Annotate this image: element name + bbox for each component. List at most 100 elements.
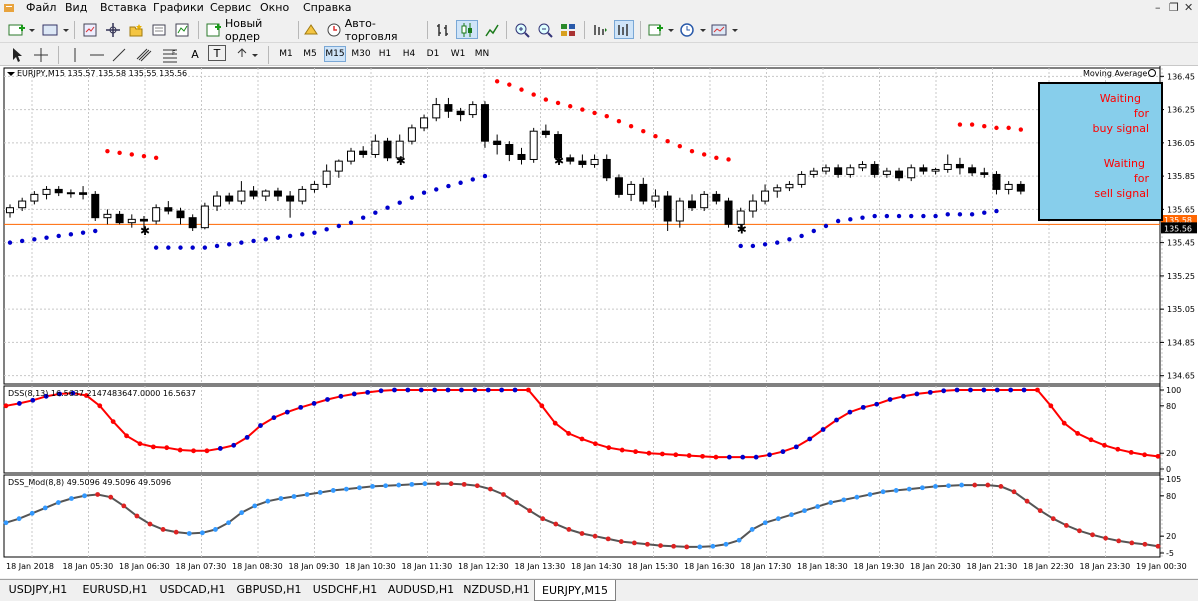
candle-body: [761, 190, 770, 202]
close-icon[interactable]: ✕: [1184, 1, 1193, 14]
bear-dot: [1006, 125, 1011, 131]
candle-body: [176, 210, 185, 219]
menu-insert[interactable]: Вставка: [98, 1, 149, 14]
candle-body: [614, 177, 623, 195]
dss-mod-dot: [95, 492, 101, 497]
tf-h4-button[interactable]: H4: [400, 46, 418, 62]
menu-charts[interactable]: Графики: [151, 1, 206, 14]
equidistant-channel-button[interactable]: [134, 45, 154, 64]
fibonacci-button[interactable]: F: [160, 45, 180, 64]
horizontal-line-icon: [90, 54, 104, 55]
tf-m5-button[interactable]: M5: [300, 46, 320, 62]
new-order-button[interactable]: Новый ордер: [206, 17, 296, 43]
candlestick-chart-button[interactable]: [456, 20, 478, 39]
tab-usdcad-h1[interactable]: USDCAD,H1: [154, 580, 232, 599]
dss-dot: [485, 387, 491, 393]
panel-3-frame: [3, 474, 1161, 558]
candle-body: [444, 104, 453, 112]
tab-usdjpy-h1[interactable]: USDJPY,H1: [0, 580, 77, 599]
data-window-button[interactable]: [126, 20, 146, 39]
templates-button[interactable]: [710, 20, 740, 39]
menu-tools[interactable]: Сервис: [208, 1, 253, 14]
candle-body: [590, 158, 599, 165]
dss-mod-dot: [566, 527, 572, 532]
autoscroll-button[interactable]: [590, 20, 610, 39]
dss-level-label: 100: [1166, 386, 1181, 395]
menu-window[interactable]: Окно: [258, 1, 291, 14]
candle-body: [688, 200, 696, 209]
chart-shift-button[interactable]: [614, 20, 634, 39]
bar-chart-button[interactable]: [433, 20, 453, 39]
bear-dot: [665, 138, 670, 144]
tf-d1-button[interactable]: D1: [424, 46, 442, 62]
tf-m15-button[interactable]: M15: [324, 46, 346, 62]
line-chart-button[interactable]: [482, 20, 502, 39]
dss-dot: [30, 397, 36, 403]
zoom-out-button[interactable]: [535, 20, 555, 39]
dss-dot: [244, 435, 250, 440]
market-watch-button[interactable]: [80, 20, 100, 39]
trendline-button[interactable]: [110, 45, 128, 64]
crosshair-button[interactable]: [32, 45, 50, 64]
candle-body: [700, 193, 709, 209]
periods-button[interactable]: [678, 20, 708, 39]
tile-windows-button[interactable]: [558, 20, 578, 39]
profiles-button[interactable]: [40, 20, 70, 39]
menu-help[interactable]: Справка: [301, 1, 353, 14]
tab-usdchf-h1[interactable]: USDCHF,H1: [307, 580, 384, 599]
tab-eurjpy-m15[interactable]: EURJPY,M15: [534, 580, 616, 601]
cursor-button[interactable]: [8, 45, 26, 64]
dss-dot: [1128, 450, 1134, 455]
dss-mod-dot: [553, 521, 559, 527]
tf-w1-button[interactable]: W1: [448, 46, 468, 62]
dss-mod-dot: [501, 492, 506, 497]
bull-dot: [275, 235, 281, 240]
tab-gbpusd-h1[interactable]: GBPUSD,H1: [231, 580, 308, 599]
candle-body: [115, 213, 124, 224]
horizontal-line-button[interactable]: [88, 45, 106, 64]
price-tick-label: 135.85: [1167, 172, 1195, 181]
sell-wait-line1: Waiting: [1103, 157, 1145, 170]
tf-m1-button[interactable]: M1: [276, 46, 296, 62]
time-axis-label: 18 Jan 17:30: [741, 562, 792, 571]
dss-dot: [1155, 453, 1161, 459]
buy-wait-line1: Waiting: [1099, 92, 1141, 105]
restore-icon[interactable]: ❐: [1169, 1, 1179, 14]
text-label-button[interactable]: T: [208, 45, 226, 61]
minimize-icon[interactable]: –: [1155, 1, 1161, 14]
dss-mod-dot: [933, 484, 938, 489]
bear-dot: [555, 100, 561, 106]
autotrading-button[interactable]: Авто-торговля: [326, 17, 422, 43]
menu-view[interactable]: Вид: [63, 1, 89, 14]
indicators-button[interactable]: [646, 20, 676, 39]
dss-mod-level-label: -5: [1166, 549, 1174, 558]
bull-dot: [884, 213, 890, 219]
candle-body: [139, 218, 148, 222]
zoom-in-button[interactable]: [512, 20, 532, 39]
chart-canvas[interactable]: 136.45 136.25 136.05 135.85 135.65 135.45 135.…: [0, 66, 1198, 578]
terminal-button[interactable]: [149, 20, 169, 39]
vertical-line-button[interactable]: [66, 45, 84, 64]
text-button[interactable]: A: [186, 45, 204, 64]
tf-m30-button[interactable]: M30: [350, 46, 372, 62]
time-axis-label: 18 Jan 10:30: [345, 562, 396, 571]
tester-button[interactable]: [172, 20, 192, 39]
arrows-button[interactable]: [234, 45, 262, 64]
tab-audusd-h1[interactable]: AUDUSD,H1: [383, 580, 460, 599]
tab-nzdusd-h1[interactable]: NZDUSD,H1: [459, 580, 535, 599]
dss-mod-dot: [998, 484, 1004, 489]
chart-tabs: USDJPY,H1 EURUSD,H1 USDCAD,H1 GBPUSD,H1 …: [0, 579, 1198, 601]
navigator-button[interactable]: [103, 20, 123, 39]
dss-dot: [526, 387, 531, 393]
tf-mn-button[interactable]: MN: [472, 46, 492, 62]
chart-window[interactable]: 136.45 136.25 136.05 135.85 135.65 135.45 135.…: [0, 66, 1198, 578]
menu-file[interactable]: Файл: [24, 1, 58, 14]
bull-dot: [68, 232, 74, 237]
new-chart-button[interactable]: [6, 20, 36, 39]
metaeditor-button[interactable]: [300, 20, 322, 39]
bear-dot: [568, 104, 573, 109]
tab-eurusd-h1[interactable]: EURUSD,H1: [76, 580, 155, 599]
tf-h1-button[interactable]: H1: [376, 46, 394, 62]
dss-dot: [793, 444, 799, 450]
candle-body: [54, 188, 63, 194]
